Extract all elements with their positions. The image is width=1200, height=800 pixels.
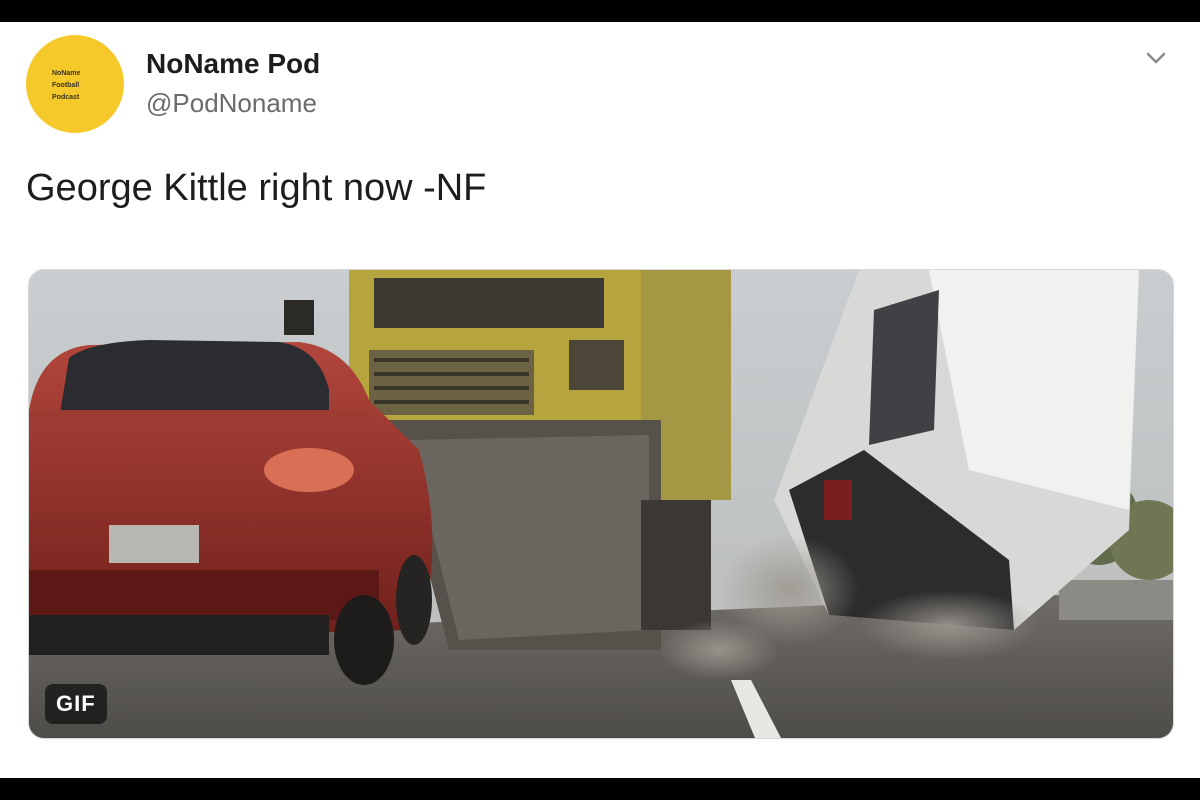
gif-badge: GIF <box>45 684 107 724</box>
avatar-logo-line2: Football <box>52 82 80 89</box>
avatar-logo-line1: NoName <box>52 70 81 77</box>
display-name[interactable]: NoName Pod <box>146 48 320 80</box>
avatar[interactable]: NoName Football Podcast <box>26 35 124 133</box>
avatar-logo-text: NoName Football Podcast <box>52 68 80 104</box>
tweet-card: NoName Football Podcast NoName Pod @PodN… <box>0 22 1200 778</box>
chevron-down-icon[interactable] <box>1142 44 1170 72</box>
gif-frame-image <box>29 270 1173 738</box>
avatar-accent <box>88 35 114 47</box>
gif-media[interactable]: GIF <box>28 269 1174 739</box>
avatar-logo-line3: Podcast <box>52 94 80 101</box>
tweet-text: George Kittle right now -NF <box>26 167 487 209</box>
user-handle[interactable]: @PodNoname <box>146 88 317 119</box>
